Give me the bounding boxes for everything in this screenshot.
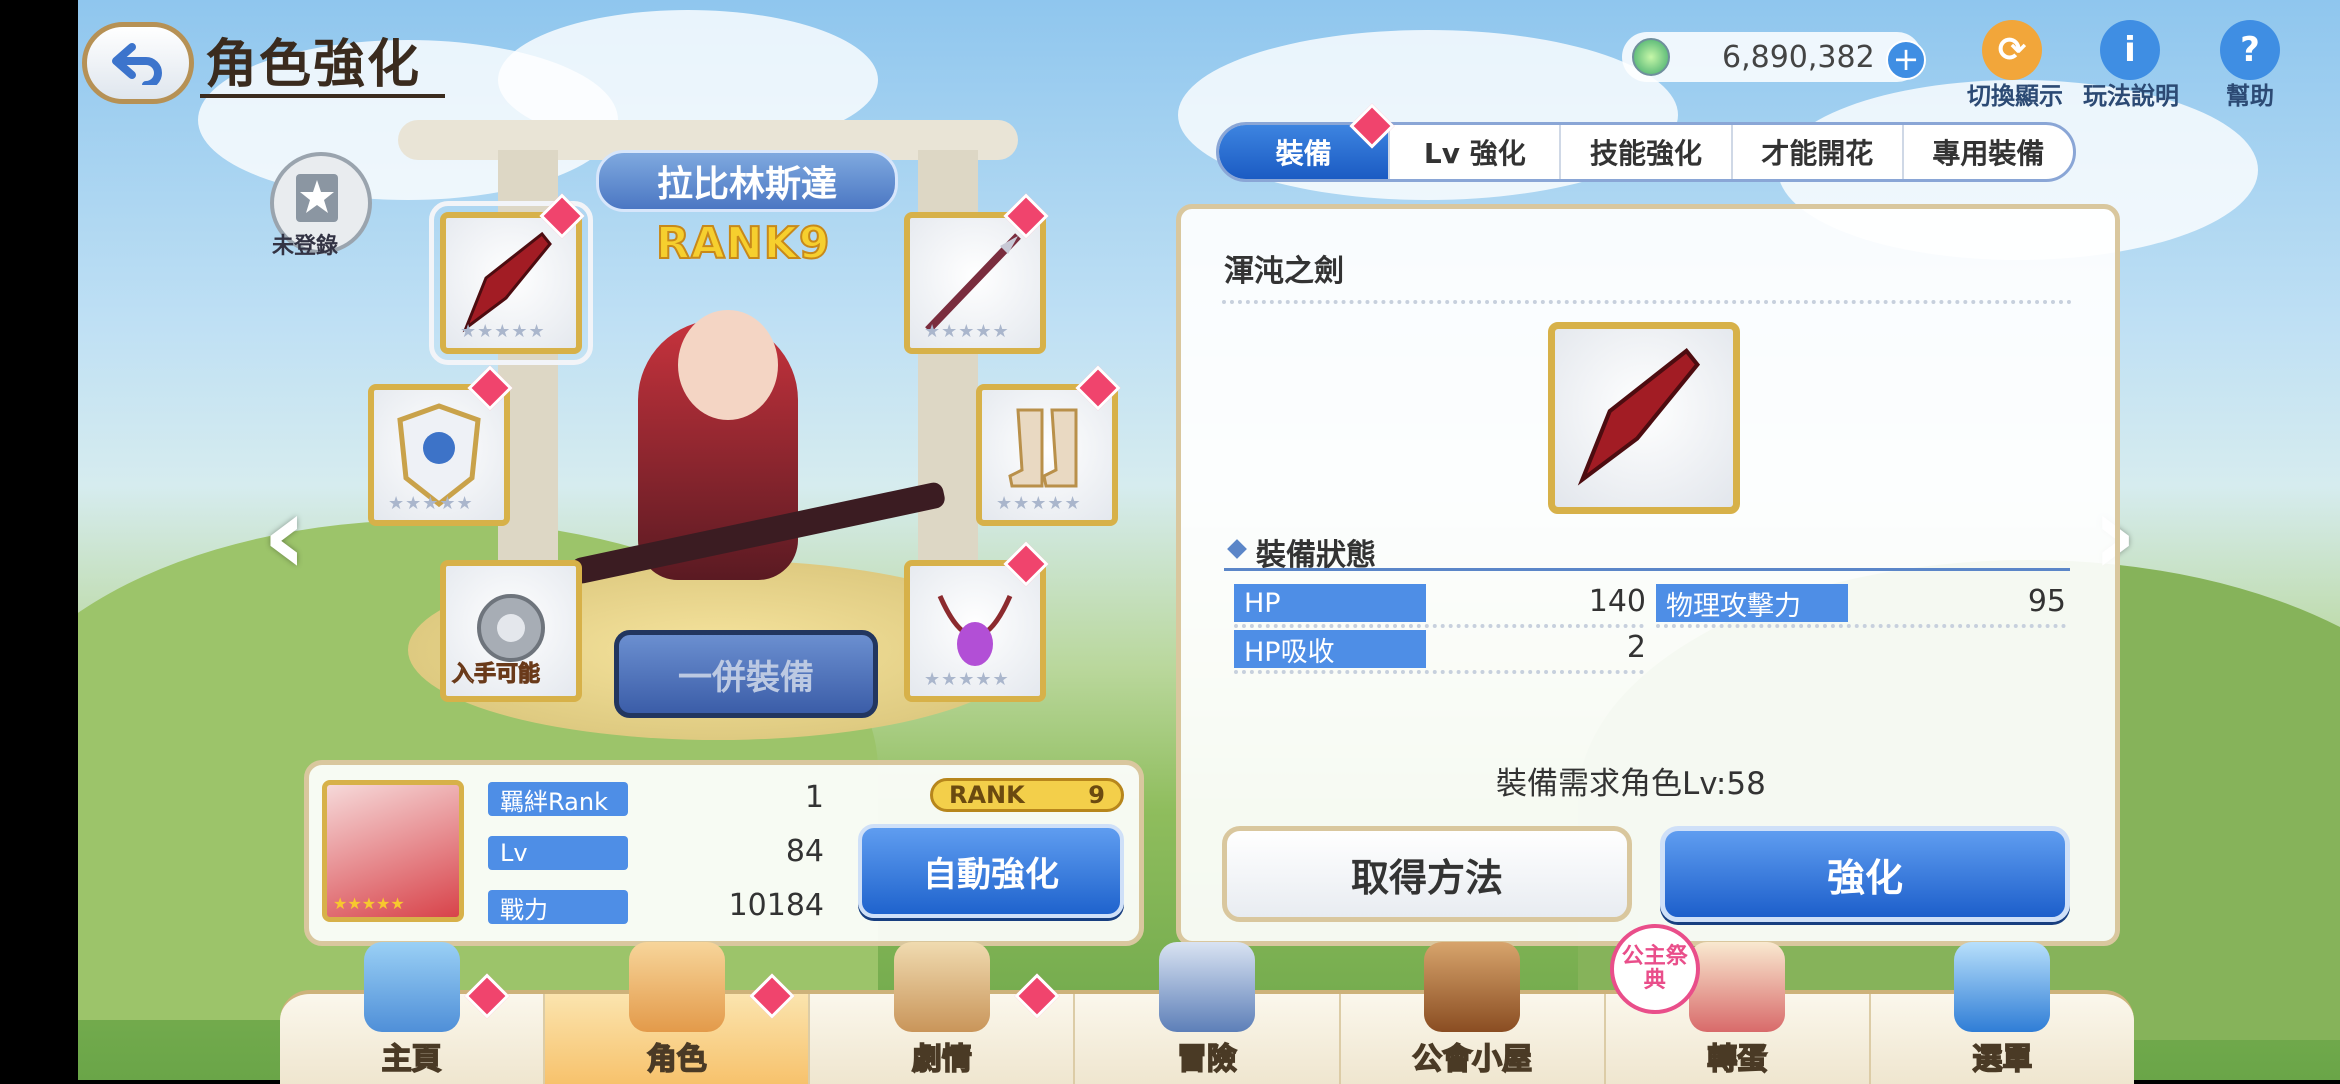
back-arrow-icon [112, 43, 162, 85]
equip-slot-sword[interactable]: ★★★★★ [429, 193, 593, 365]
help-icon[interactable]: ? [2220, 20, 2280, 80]
nav-menu-label: 選單 [1972, 1041, 2034, 1078]
refine-stars: ★★★★★ [388, 493, 474, 514]
registration-label: 未登錄 [272, 234, 339, 259]
nav-adventure-label: 冒險 [1176, 1041, 1238, 1078]
nav-gacha[interactable]: 公主祭典 轉蛋 [1603, 924, 1869, 1084]
character-icon [628, 942, 725, 1032]
info-label[interactable]: 玩法說明 [2072, 76, 2190, 111]
scroll-icon [893, 942, 990, 1032]
princess-fest-tag: 公主祭典 [1609, 924, 1700, 1014]
stat-patk-label: 物理攻擊力 [1656, 584, 1848, 622]
equip-slot-boots[interactable]: ★★★★★ [976, 365, 1121, 526]
divider [1234, 670, 1644, 674]
auto-enhance-button[interactable]: 自動強化 [858, 824, 1124, 918]
help-label[interactable]: 幫助 [2200, 76, 2300, 111]
level-value: 84 [785, 834, 824, 869]
nav-story[interactable]: 劇情 [808, 942, 1073, 1084]
tab-skill-enhance[interactable]: 技能強化 [1559, 125, 1730, 179]
door-icon [1424, 942, 1521, 1032]
stat-hp-drain-value: 2 [1626, 630, 1646, 665]
level-label: Lv [488, 836, 628, 870]
title-underline [200, 94, 445, 98]
flag-sword-icon [1158, 942, 1255, 1032]
rank-pill: RANK 9 [930, 778, 1124, 812]
gacha-box-icon [1689, 942, 1786, 1032]
back-button[interactable] [82, 22, 194, 104]
tab-level-up[interactable]: Lv 強化 [1388, 125, 1559, 179]
nav-character[interactable]: 角色 [543, 942, 809, 1084]
nav-story-label: 劇情 [911, 1041, 973, 1078]
refine-stars: ★★★★★ [924, 669, 1010, 690]
nav-home-label: 主頁 [381, 1041, 443, 1078]
character-rank: RANK9 [655, 217, 831, 270]
bulk-equip-button[interactable]: 一併裝備 [614, 630, 878, 718]
equipment-large-icon [1548, 322, 1740, 514]
page-title: 角色強化 [205, 35, 422, 95]
stat-hp-drain-label: HP吸收 [1234, 630, 1426, 668]
refine-stars: ★★★★★ [460, 321, 546, 342]
nav-menu[interactable]: 選單 [1868, 942, 2134, 1084]
equip-slot-chakram[interactable]: 入手可能 [440, 560, 582, 702]
obtainable-label: 入手可能 [451, 662, 541, 688]
refine-stars: ★★★★★ [996, 493, 1082, 514]
tab-unique-equipment[interactable]: 專用裝備 [1901, 125, 2073, 179]
divider [1234, 624, 1644, 628]
refine-stars: ★★★★★ [924, 321, 1010, 342]
bottom-navigation: 主頁 角色 劇情 冒險 公會小屋 公主祭典 轉蛋 選單 [280, 924, 2134, 1084]
info-icon[interactable]: i [2100, 20, 2160, 80]
tab-talent-bloom[interactable]: 才能開花 [1730, 125, 1902, 179]
power-value: 10184 [728, 888, 824, 923]
sword-icon [1577, 348, 1701, 486]
star-rating: ★★★★★ [333, 894, 405, 913]
switch-display-icon[interactable]: ⟳ [1982, 20, 2042, 80]
rank-pill-label: RANK [949, 781, 1025, 809]
stat-hp-label: HP [1234, 584, 1426, 622]
mana-gem-icon [1632, 38, 1670, 76]
stat-hp-value: 140 [1588, 584, 1646, 619]
bond-rank-label: 羈絆Rank [488, 782, 628, 816]
castle-icon [363, 942, 460, 1032]
switch-display-label[interactable]: 切換顯示 [1956, 76, 2074, 111]
nav-character-label: 角色 [646, 1041, 708, 1078]
power-label: 戰力 [488, 890, 628, 924]
enhance-button[interactable]: 強化 [1660, 826, 2070, 922]
obtain-method-button[interactable]: 取得方法 [1222, 826, 1632, 922]
equip-requirement: 裝備需求角色Lv:58 [1496, 766, 1766, 802]
nav-home[interactable]: 主頁 [280, 942, 543, 1084]
nav-guild-house[interactable]: 公會小屋 [1338, 942, 1604, 1084]
rank-pill-value: 9 [1088, 781, 1105, 809]
equip-slot-spear[interactable]: ★★★★★ [904, 193, 1049, 354]
divider [1656, 624, 2066, 628]
nav-guild-house-label: 公會小屋 [1411, 1041, 1533, 1078]
add-currency-button[interactable]: + [1886, 40, 1926, 80]
nav-gacha-label: 轉蛋 [1707, 1041, 1769, 1078]
divider [1222, 300, 2072, 304]
equip-slot-shield[interactable]: ★★★★★ [368, 365, 513, 526]
section-underline [1224, 568, 2070, 571]
character-name: 拉比林斯達 [596, 150, 898, 212]
stat-patk-value: 95 [2027, 584, 2066, 619]
crystal-icon [1954, 942, 2051, 1032]
prev-character-arrow[interactable]: ‹ [262, 480, 307, 590]
currency-display: 6,890,382 + [1622, 32, 1926, 82]
currency-value: 6,890,382 [1722, 39, 1875, 75]
equipment-name: 渾沌之劍 [1224, 254, 1344, 289]
enhance-tabs: 裝備 Lv 強化 技能強化 才能開花 專用裝備 [1216, 122, 2076, 182]
nav-adventure[interactable]: 冒險 [1073, 942, 1338, 1084]
bond-rank-value: 1 [804, 780, 824, 815]
equip-slot-amulet[interactable]: ★★★★★ [904, 541, 1049, 702]
character-portrait[interactable]: ★★★★★ [322, 780, 464, 922]
